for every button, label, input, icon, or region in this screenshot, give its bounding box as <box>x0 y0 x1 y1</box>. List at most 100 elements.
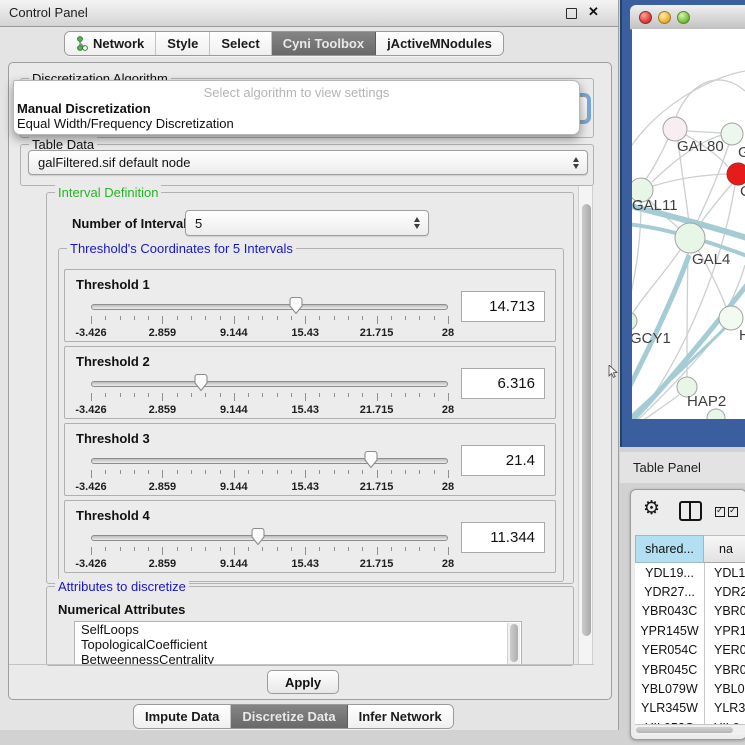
tab-infer-network[interactable]: Infer Network <box>348 705 453 728</box>
tick-label: 15.43 <box>291 404 319 416</box>
cell-name[interactable]: YLR3 <box>704 701 745 715</box>
slider-tick <box>291 470 292 474</box>
table-horizontal-scrollbar[interactable] <box>635 724 745 735</box>
tab-jactivemnodules[interactable]: jActiveMNodules <box>376 32 503 55</box>
cell-name[interactable]: YDR2 <box>704 585 745 599</box>
table-row[interactable]: YPR145WYPR1 <box>635 621 745 640</box>
slider-thumb[interactable] <box>363 451 379 469</box>
network-canvas[interactable]: GAL80GACGAL11GAL4GCY1HHAP2 <box>632 29 745 419</box>
column-header-name[interactable]: na <box>704 535 745 563</box>
threshold-value-field[interactable]: 21.4 <box>461 445 545 476</box>
threshold-value-field[interactable]: 14.713 <box>461 291 545 322</box>
tick-label: 9.144 <box>220 327 248 339</box>
network-edge[interactable] <box>687 131 722 133</box>
column-header-shared-name[interactable]: shared... <box>635 535 704 563</box>
table-row[interactable]: YER054CYER0 <box>635 641 745 660</box>
slider-thumb[interactable] <box>193 374 209 392</box>
table-row[interactable]: YDR27...YDR2 <box>635 582 745 601</box>
network-node[interactable] <box>675 223 705 253</box>
zoom-traffic-light-icon[interactable] <box>677 11 690 24</box>
network-edge[interactable] <box>698 184 732 226</box>
cell-name[interactable]: YBR0 <box>704 604 745 618</box>
cell-shared-name[interactable]: YBL079W <box>635 682 704 696</box>
gear-icon[interactable]: ⚙ <box>643 497 660 519</box>
table-row[interactable]: YBL079WYBL0 <box>635 679 745 698</box>
slider-track[interactable] <box>91 381 448 387</box>
table-panel-window: ⚙ shared... na YDL19...YDL1YDR27...YDR2Y… <box>630 489 745 740</box>
cell-name[interactable]: YDL1 <box>704 566 745 580</box>
table-row[interactable]: YBR045CYBR0 <box>635 660 745 679</box>
checkbox-icon[interactable] <box>728 507 738 517</box>
close-icon[interactable]: ✕ <box>588 4 599 20</box>
cell-shared-name[interactable]: YLR345W <box>635 701 704 715</box>
network-node[interactable] <box>727 163 745 185</box>
slider-tick <box>334 547 335 551</box>
cell-shared-name[interactable]: YBR043C <box>635 604 704 618</box>
tab-style[interactable]: Style <box>156 32 210 55</box>
slider-track[interactable] <box>91 535 448 541</box>
slider-tick <box>220 470 221 474</box>
table-hscrollbar-thumb[interactable] <box>636 727 733 733</box>
network-edge[interactable] <box>645 139 668 180</box>
table-row[interactable]: YDL19...YDL1 <box>635 563 745 582</box>
cell-shared-name[interactable]: YBR045C <box>635 663 704 677</box>
attributes-scrollbar[interactable] <box>507 623 520 664</box>
slider-track[interactable] <box>91 304 448 310</box>
panel-scrollbar[interactable] <box>578 186 593 664</box>
table-row[interactable]: YLR345WYLR3 <box>635 699 745 718</box>
attribute-item[interactable]: TopologicalCoefficient <box>75 637 521 652</box>
slider-thumb[interactable] <box>288 297 304 315</box>
numerical-attributes-list[interactable]: SelfLoopsTopologicalCoefficientBetweenne… <box>74 621 522 666</box>
slider-tick <box>419 393 420 397</box>
attribute-item[interactable]: SelfLoops <box>75 622 521 637</box>
number-of-intervals-combobox[interactable]: 5 <box>185 210 429 236</box>
panel-scrollbar-thumb[interactable] <box>582 204 591 636</box>
network-node[interactable] <box>721 123 743 145</box>
checkbox-icon[interactable] <box>715 507 725 517</box>
cell-shared-name[interactable]: YDR27... <box>635 585 704 599</box>
slider-thumb[interactable] <box>250 528 266 546</box>
slider-tick <box>334 316 335 320</box>
cell-name[interactable]: YBL0 <box>704 682 745 696</box>
tab-discretize-data[interactable]: Discretize Data <box>231 705 347 728</box>
cell-shared-name[interactable]: YPR145W <box>635 624 704 638</box>
slider-ticks <box>91 393 448 402</box>
cell-shared-name[interactable]: YDL19... <box>635 566 704 580</box>
popup-prompt: Select algorithm to view settings <box>14 81 579 101</box>
tab-select[interactable]: Select <box>210 32 271 55</box>
minimize-traffic-light-icon[interactable] <box>658 11 671 24</box>
apply-button[interactable]: Apply <box>267 670 339 694</box>
tab-impute-data[interactable]: Impute Data <box>134 705 231 728</box>
popup-option-manual[interactable]: Manual Discretization <box>14 101 579 116</box>
popup-option-equal-width[interactable]: Equal Width/Frequency Discretization <box>14 116 579 131</box>
slider-track[interactable] <box>91 458 448 464</box>
cell-name[interactable]: YBR0 <box>704 663 745 677</box>
network-edge[interactable] <box>632 202 641 314</box>
float-panel-icon[interactable] <box>566 8 577 19</box>
threshold-value-field[interactable]: 11.344 <box>461 522 545 553</box>
tick-label: 9.144 <box>220 404 248 416</box>
tab-cyni-toolbox[interactable]: Cyni Toolbox <box>272 32 376 55</box>
threshold-value-field[interactable]: 6.316 <box>461 368 545 399</box>
split-columns-icon[interactable] <box>679 501 702 521</box>
network-node[interactable] <box>632 312 637 330</box>
slider-tick <box>205 393 206 397</box>
network-edge[interactable] <box>676 80 745 117</box>
slider-tick <box>277 547 278 551</box>
network-window-titlebar[interactable] <box>630 5 745 30</box>
cell-shared-name[interactable]: YER054C <box>635 643 704 657</box>
control-panel-title: Control Panel <box>9 5 88 20</box>
slider-tick <box>305 316 306 324</box>
cell-name[interactable]: YER0 <box>704 643 745 657</box>
network-edge[interactable] <box>696 144 729 224</box>
table-row[interactable]: YBR043CYBR0 <box>635 602 745 621</box>
network-edge[interactable] <box>633 250 680 313</box>
cell-name[interactable]: YPR1 <box>704 624 745 638</box>
table-data-combobox[interactable]: galFiltered.sif default node <box>28 150 588 175</box>
tab-network[interactable]: Network <box>65 32 156 55</box>
table-rows[interactable]: YDL19...YDL1YDR27...YDR2YBR043CYBR0YPR14… <box>635 563 745 724</box>
close-traffic-light-icon[interactable] <box>639 11 652 24</box>
slider-tick <box>291 393 292 397</box>
network-node[interactable] <box>707 409 725 419</box>
network-node-label: GCY1 <box>632 330 671 347</box>
